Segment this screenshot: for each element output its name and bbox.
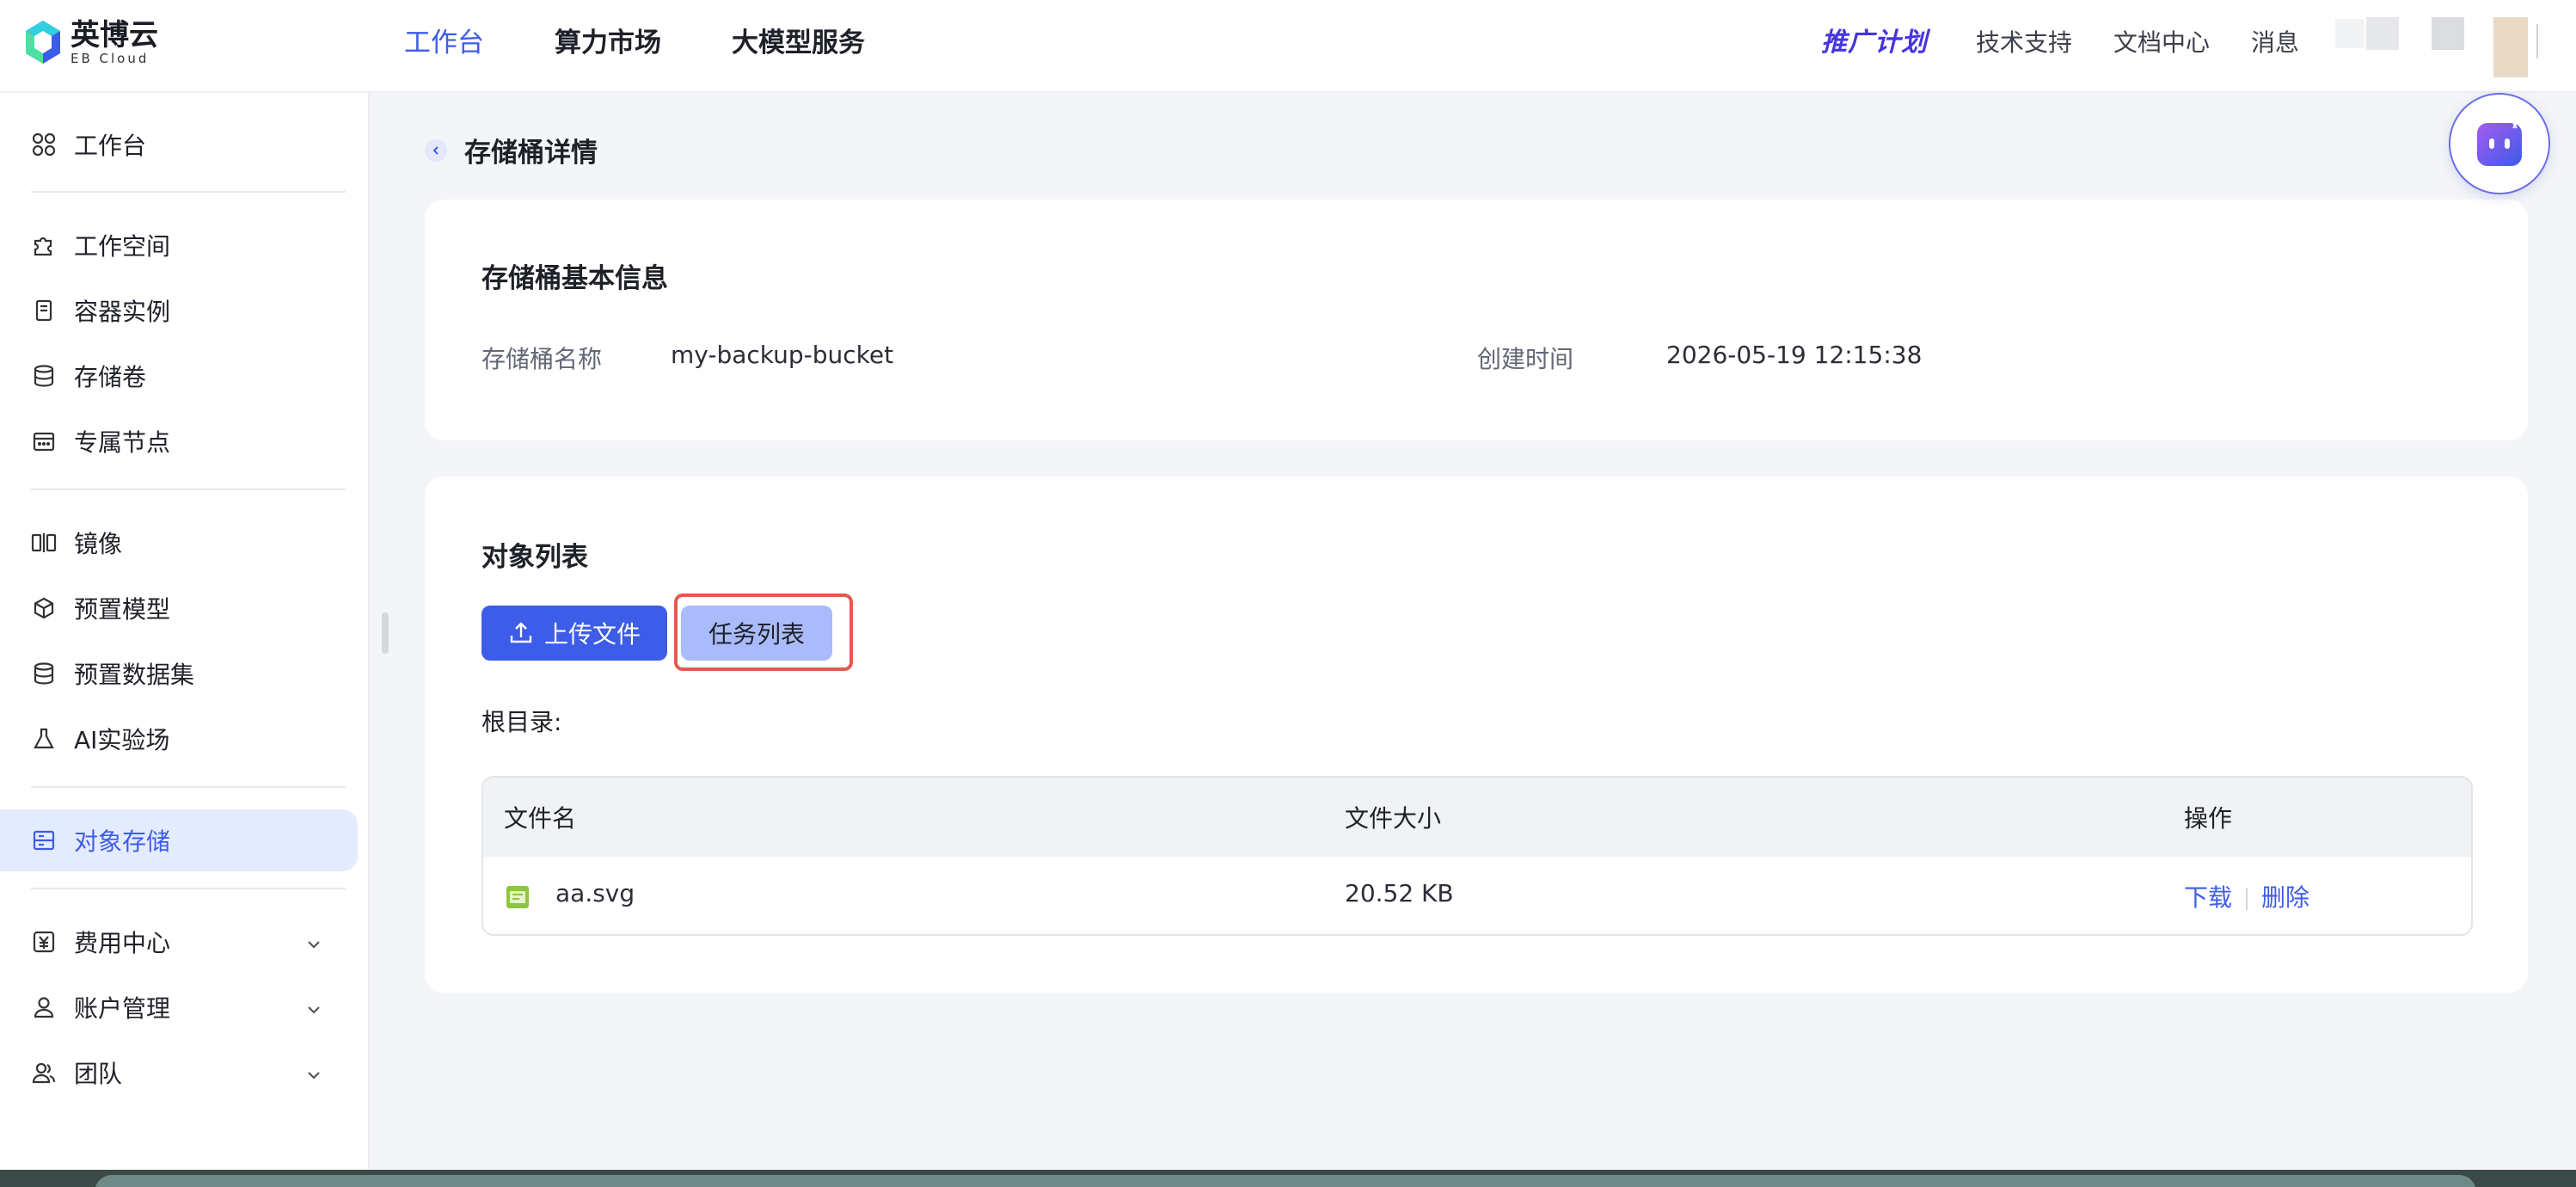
created-time-label: 创建时间 [1477, 345, 1574, 373]
task-list-highlight [674, 594, 853, 671]
sidebar-item-label: 工作台 [74, 132, 147, 160]
sidebar-item-label: 对象存储 [74, 827, 171, 856]
calendar-icon [31, 428, 57, 454]
row-actions: 下载 删除 [2184, 879, 2309, 913]
sidebar-item-label: 账户管理 [74, 994, 171, 1023]
tech-support-link[interactable]: 技术支持 [1976, 24, 2072, 62]
divider [2536, 24, 2538, 58]
mirror-icon [31, 530, 57, 556]
sidebar-item-workbench[interactable]: 工作台 [0, 114, 358, 175]
bucket-info-card: 存储桶基本信息 存储桶名称 my-backup-bucket 创建时间 2026… [425, 200, 2528, 440]
brand-logo[interactable]: 英博云 EB Cloud [24, 19, 158, 65]
sidebar-item-container-instance[interactable]: 容器实例 [0, 280, 358, 341]
sidebar-item-label: 工作空间 [74, 232, 171, 261]
file-size: 20.52 KB [1345, 879, 1454, 907]
database-icon [31, 363, 57, 389]
sidebar-divider [31, 489, 346, 490]
sidebar-item-label: 预置模型 [74, 595, 171, 624]
sidebar-divider [31, 888, 346, 889]
topnav-workbench[interactable]: 工作台 [404, 24, 484, 62]
sidebar-item-billing[interactable]: 费用中心 [0, 911, 358, 973]
docs-center-link[interactable]: 文档中心 [2113, 24, 2210, 62]
topnav-compute-market[interactable]: 算力市场 [555, 24, 661, 62]
cube-icon [31, 595, 57, 621]
sidebar-item-object-storage[interactable]: 对象存储 [0, 809, 358, 871]
sidebar-item-label: 团队 [74, 1060, 123, 1088]
top-bar: 英博云 EB Cloud 工作台 算力市场 大模型服务 推广计划 技术支持 文档… [0, 0, 2576, 93]
column-header-filesize: 文件大小 [1345, 804, 1442, 833]
blurred-area [2335, 19, 2364, 48]
breadcrumb: 存储桶详情 [425, 131, 598, 169]
desktop-background [0, 1170, 2576, 1187]
brand-name-en: EB Cloud [71, 51, 150, 66]
flask-icon [31, 726, 57, 752]
topnav-llm-service[interactable]: 大模型服务 [732, 24, 865, 62]
avatar[interactable] [2493, 17, 2528, 77]
table-header: 文件名 文件大小 操作 [483, 778, 2471, 857]
messages-link[interactable]: 消息 [2251, 24, 2299, 62]
sidebar-item-label: 存储卷 [74, 363, 147, 391]
upload-file-button[interactable]: 上传文件 [481, 606, 667, 661]
upload-file-label: 上传文件 [543, 620, 641, 649]
sidebar-item-label: 预置数据集 [74, 661, 195, 689]
chevron-down-icon [304, 997, 323, 1025]
column-header-actions: 操作 [2184, 804, 2233, 833]
sidebar-item-account[interactable]: 账户管理 [0, 976, 358, 1038]
object-list-title: 对象列表 [481, 542, 588, 573]
file-name[interactable]: aa.svg [555, 879, 635, 907]
window-edge [95, 1175, 2476, 1187]
bucket-name-label: 存储桶名称 [481, 345, 603, 373]
created-time-value: 2026-05-19 12:15:38 [1666, 341, 1923, 369]
back-button[interactable] [425, 138, 447, 162]
sidebar-item-label: 专属节点 [74, 428, 171, 457]
grid-icon [31, 132, 57, 157]
delete-link[interactable]: 删除 [2261, 883, 2309, 912]
database-icon [31, 661, 57, 686]
team-icon [31, 1060, 57, 1086]
sidebar-item-workspace[interactable]: 工作空间 [0, 214, 358, 276]
sidebar-item-team[interactable]: 团队 [0, 1042, 358, 1104]
file-icon [506, 884, 530, 910]
sidebar-item-storage-volume[interactable]: 存储卷 [0, 345, 358, 407]
download-link[interactable]: 下载 [2184, 883, 2232, 912]
top-nav: 工作台 算力市场 大模型服务 [404, 24, 935, 62]
top-right-links: 技术支持 文档中心 消息 [1976, 24, 2340, 62]
sidebar-divider [31, 786, 346, 788]
bucket-info-title: 存储桶基本信息 [481, 263, 668, 294]
column-header-filename: 文件名 [504, 804, 577, 833]
action-divider [2246, 888, 2248, 910]
server-icon [31, 298, 57, 323]
upload-icon [510, 622, 532, 643]
sidebar: 工作台 工作空间 容器实例 存储卷 专属节点 镜像 预置模型 预置数据集 AI实… [0, 93, 370, 1187]
blurred-area [2432, 17, 2464, 50]
sidebar-item-preset-dataset[interactable]: 预置数据集 [0, 643, 358, 704]
object-table: 文件名 文件大小 操作 aa.svg 20.52 KB 下载 删除 [481, 776, 2473, 936]
yen-icon [31, 929, 57, 955]
sidebar-item-preset-model[interactable]: 预置模型 [0, 577, 358, 639]
sidebar-divider [31, 191, 346, 193]
puzzle-icon [31, 232, 57, 258]
sidebar-item-dedicated-node[interactable]: 专属节点 [0, 410, 358, 472]
sidebar-item-label: AI实验场 [74, 726, 170, 754]
sidebar-item-ai-lab[interactable]: AI实验场 [0, 708, 358, 770]
brand-name: 英博云 [71, 18, 158, 52]
sidebar-resize-handle[interactable] [382, 612, 389, 654]
ai-assistant-button[interactable] [2449, 93, 2550, 194]
robot-icon [2477, 122, 2522, 166]
user-icon [31, 994, 57, 1020]
blurred-area [2366, 17, 2399, 50]
chevron-down-icon [304, 1062, 323, 1091]
sidebar-item-label: 镜像 [74, 530, 123, 558]
chevron-down-icon [304, 932, 323, 960]
logo-icon [24, 19, 62, 65]
page-title: 存储桶详情 [464, 138, 598, 169]
sidebar-item-image[interactable]: 镜像 [0, 512, 358, 574]
root-directory-label: 根目录: [481, 708, 562, 736]
sidebar-item-label: 费用中心 [74, 929, 171, 957]
promo-plan-link[interactable]: 推广计划 [1821, 24, 1928, 62]
sidebar-item-label: 容器实例 [74, 298, 171, 326]
storage-icon [31, 827, 57, 853]
bucket-name-value: my-backup-bucket [671, 341, 894, 369]
